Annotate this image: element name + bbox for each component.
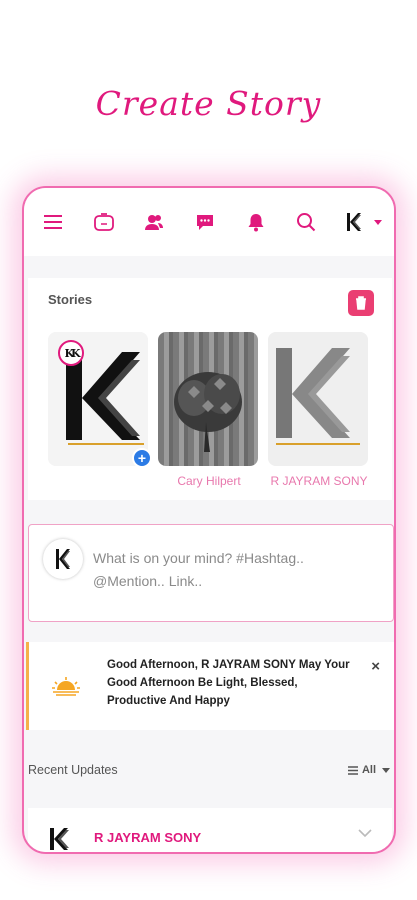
story-owner-avatar: KK bbox=[58, 340, 84, 366]
page-headline: Create Story bbox=[95, 84, 322, 123]
delete-story-button[interactable] bbox=[348, 290, 374, 316]
profile-menu[interactable] bbox=[344, 211, 382, 233]
profile-avatar-icon bbox=[346, 213, 361, 231]
chevron-down-icon[interactable] bbox=[358, 828, 372, 838]
sunset-icon bbox=[52, 677, 80, 696]
chevron-down-icon bbox=[373, 219, 382, 225]
feed-icon[interactable] bbox=[91, 209, 117, 235]
filter-value: All bbox=[361, 764, 376, 776]
story-logo-image bbox=[268, 332, 368, 466]
trash-icon bbox=[356, 296, 366, 310]
pinecone-photo bbox=[174, 372, 242, 452]
add-story-icon[interactable]: + bbox=[132, 448, 152, 468]
menu-icon[interactable] bbox=[40, 209, 66, 235]
post-input[interactable]: What is on your mind? #Hashtag.. @Mentio… bbox=[93, 547, 373, 593]
stories-title: Stories bbox=[48, 292, 93, 307]
phone-frame: Stories KK + Cary Hilpert R JAYRAM SONY … bbox=[22, 186, 396, 854]
top-nav bbox=[24, 188, 394, 256]
greeting-card: Good Afternoon, R JAYRAM SONY May Your G… bbox=[26, 642, 394, 730]
messages-icon[interactable] bbox=[192, 209, 218, 235]
recent-updates-title: Recent Updates bbox=[28, 763, 118, 777]
filter-dropdown[interactable]: All bbox=[347, 764, 390, 776]
search-icon[interactable] bbox=[293, 209, 319, 235]
post-author-name[interactable]: R JAYRAM SONY bbox=[94, 830, 201, 845]
recent-updates-header: Recent Updates All bbox=[26, 752, 392, 788]
composer-avatar bbox=[43, 539, 83, 579]
story-name: Cary Hilpert bbox=[177, 474, 241, 488]
story-item[interactable] bbox=[158, 332, 258, 466]
story-name: R JAYRAM SONY bbox=[270, 474, 368, 488]
chevron-down-icon bbox=[382, 767, 390, 773]
friends-icon[interactable] bbox=[141, 209, 167, 235]
post-card: R JAYRAM SONY bbox=[28, 808, 392, 852]
list-icon bbox=[347, 765, 358, 775]
post-composer[interactable]: What is on your mind? #Hashtag.. @Mentio… bbox=[28, 524, 394, 622]
logo-icon bbox=[56, 549, 70, 569]
greeting-message: Good Afternoon, R JAYRAM SONY May Your G… bbox=[107, 659, 350, 707]
notifications-icon[interactable] bbox=[243, 209, 269, 235]
story-item[interactable] bbox=[268, 332, 368, 466]
close-icon[interactable]: × bbox=[371, 658, 380, 675]
stories-card: Stories KK + Cary Hilpert R JAYRAM SONY bbox=[28, 278, 392, 500]
post-author-avatar[interactable] bbox=[46, 826, 74, 852]
